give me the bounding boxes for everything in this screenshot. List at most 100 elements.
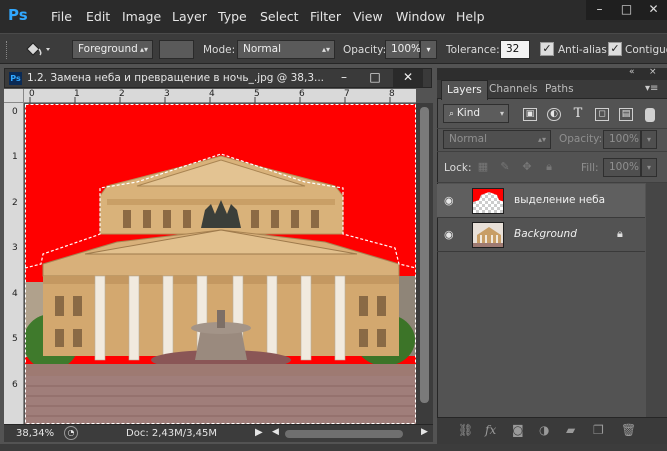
fx-icon[interactable]: fx bbox=[485, 423, 496, 437]
menu-help[interactable]: Help bbox=[456, 9, 485, 24]
ruler-tick-label: 1 bbox=[74, 89, 80, 99]
document-tab[interactable]: Ps 1.2. Замена неба и превращение в ночь… bbox=[4, 68, 432, 88]
menu-window[interactable]: Window bbox=[396, 9, 445, 24]
new-layer-icon[interactable]: ❐ bbox=[593, 423, 604, 437]
horizontal-ruler[interactable]: 0 1 2 3 4 5 6 7 8 bbox=[24, 89, 416, 103]
ruler-tick-label: 5 bbox=[254, 89, 260, 99]
restore-button[interactable]: □ bbox=[613, 0, 640, 20]
scrollbar-thumb[interactable] bbox=[420, 107, 429, 403]
ruler-tick-label: 3 bbox=[164, 89, 170, 99]
horizontal-scrollbar-thumb[interactable] bbox=[285, 430, 403, 438]
document-ps-icon: Ps bbox=[9, 72, 22, 85]
antialias-checkbox[interactable]: ✓ bbox=[540, 42, 554, 56]
fill-source-select[interactable]: Foreground ▴▾ bbox=[72, 40, 153, 59]
paint-bucket-icon[interactable] bbox=[23, 40, 53, 59]
doc-minimize-button[interactable]: – bbox=[329, 69, 359, 87]
collapse-arrows-icon[interactable]: « bbox=[629, 67, 635, 77]
ruler-tick-label: 4 bbox=[12, 289, 18, 299]
fill-input[interactable]: 100% bbox=[603, 158, 641, 177]
close-panel-icon[interactable]: × bbox=[649, 67, 657, 77]
tab-channels[interactable]: Channels bbox=[489, 83, 538, 95]
mode-select[interactable]: Normal ▴▾ bbox=[237, 40, 335, 59]
doc-close-button[interactable]: ✕ bbox=[393, 69, 423, 87]
scroll-left-icon[interactable]: ◀ bbox=[272, 427, 279, 437]
vertical-ruler[interactable]: 0 1 2 3 4 5 6 bbox=[4, 103, 24, 424]
layer-filter-row: ⌕ Kind ▾ ▣ ◐ T ◻ ▤ bbox=[437, 99, 667, 129]
filter-kind-value: Kind bbox=[456, 107, 481, 119]
menu-file[interactable]: File bbox=[51, 9, 72, 24]
photoshop-logo: Ps bbox=[8, 6, 28, 24]
updown-icon: ▴▾ bbox=[139, 45, 148, 54]
image-filter-icon[interactable]: ▣ bbox=[523, 108, 537, 121]
bottom-strip bbox=[0, 444, 667, 451]
ruler-tick-label: 8 bbox=[389, 89, 395, 99]
lock-row: Lock: ▦ ✎ ✥ 🔒︎ Fill: 100% ▾ bbox=[437, 152, 667, 183]
link-icon[interactable]: ⛓ bbox=[458, 423, 473, 437]
ruler-origin[interactable] bbox=[4, 89, 24, 103]
layer-row-sky-selection[interactable]: ◉ выделение неба bbox=[437, 184, 645, 218]
trash-icon[interactable]: 🗑︎ bbox=[621, 423, 636, 437]
menu-filter[interactable]: Filter bbox=[310, 9, 341, 24]
document-canvas[interactable] bbox=[25, 104, 416, 424]
menu-image[interactable]: Image bbox=[122, 9, 161, 24]
panel-tabs: Layers Channels Paths ▾≡ bbox=[437, 80, 667, 100]
options-bar-grip[interactable] bbox=[6, 41, 10, 59]
smart-object-filter-icon[interactable]: ▤ bbox=[619, 108, 633, 121]
doc-restore-button[interactable]: □ bbox=[360, 69, 390, 87]
visibility-eye-icon[interactable]: ◉ bbox=[444, 228, 460, 241]
lock-transparent-icon[interactable]: ▦ bbox=[477, 161, 489, 173]
opacity-dropdown-button[interactable]: ▾ bbox=[420, 40, 437, 59]
chevron-down-icon: ▾ bbox=[426, 45, 431, 54]
fill-dropdown[interactable]: ▾ bbox=[641, 158, 657, 177]
filter-toggle-switch[interactable] bbox=[645, 108, 655, 122]
mode-label: Mode: bbox=[203, 44, 236, 56]
menu-edit[interactable]: Edit bbox=[86, 9, 110, 24]
layer-opacity-input[interactable]: 100% bbox=[603, 130, 641, 149]
layer-opacity-dropdown[interactable]: ▾ bbox=[641, 130, 657, 149]
status-info-icon[interactable]: ◔ bbox=[64, 426, 78, 440]
lock-label: Lock: bbox=[444, 162, 472, 174]
opacity-input[interactable]: 100% bbox=[385, 40, 421, 59]
menu-select[interactable]: Select bbox=[260, 9, 299, 24]
contiguous-label: Contiguo bbox=[625, 44, 667, 56]
tab-paths[interactable]: Paths bbox=[545, 83, 574, 95]
chevron-down-icon: ▾ bbox=[499, 109, 504, 118]
menu-type[interactable]: Type bbox=[218, 9, 247, 24]
adjustment-icon[interactable]: ◑ bbox=[539, 423, 549, 437]
lock-all-icon[interactable]: 🔒︎ bbox=[543, 161, 555, 173]
menu-view[interactable]: View bbox=[353, 9, 383, 24]
panel-menu-icon[interactable]: ▾≡ bbox=[645, 83, 658, 94]
tolerance-input[interactable]: 32 bbox=[500, 40, 530, 59]
zoom-level[interactable]: 38,34% bbox=[16, 428, 54, 439]
visibility-eye-icon[interactable]: ◉ bbox=[444, 194, 460, 207]
layers-panel-scrollbar[interactable] bbox=[646, 183, 667, 417]
minimize-button[interactable]: – bbox=[586, 0, 613, 20]
scroll-right-icon[interactable]: ▶ bbox=[421, 427, 428, 437]
layer-thumbnail bbox=[472, 222, 504, 248]
search-icon: ⌕ bbox=[449, 109, 457, 119]
lock-move-icon[interactable]: ✥ bbox=[521, 161, 533, 173]
ruler-tick-label: 4 bbox=[209, 89, 215, 99]
ruler-tick-label: 2 bbox=[119, 89, 125, 99]
layer-row-background[interactable]: ◉ Background 🔒︎ bbox=[437, 218, 645, 252]
canvas-vertical-scrollbar[interactable] bbox=[416, 103, 433, 424]
fill-source-value: Foreground bbox=[78, 43, 138, 55]
adjustment-filter-icon[interactable]: ◐ bbox=[547, 108, 561, 121]
lock-brush-icon[interactable]: ✎ bbox=[499, 161, 511, 173]
tolerance-label: Tolerance: bbox=[446, 44, 500, 56]
tab-layers[interactable]: Layers bbox=[441, 80, 488, 100]
type-filter-icon[interactable]: T bbox=[571, 107, 585, 121]
filter-kind-select[interactable]: ⌕ Kind ▾ bbox=[443, 104, 509, 123]
mask-icon[interactable]: ◙ bbox=[512, 423, 524, 437]
layer-thumbnail bbox=[472, 188, 504, 214]
pattern-picker[interactable] bbox=[159, 40, 194, 59]
ruler-tick-label: 0 bbox=[12, 107, 18, 117]
group-folder-icon[interactable]: ▰ bbox=[566, 423, 575, 437]
contiguous-checkbox[interactable]: ✓ bbox=[608, 42, 622, 56]
menu-layer[interactable]: Layer bbox=[172, 9, 207, 24]
panel-collapse-bar[interactable]: « × bbox=[437, 67, 667, 80]
status-menu-arrow-icon[interactable]: ▶ bbox=[255, 427, 263, 438]
blend-mode-select[interactable]: Normal ▴▾ bbox=[443, 130, 551, 149]
close-button[interactable]: ✕ bbox=[640, 0, 667, 20]
shape-filter-icon[interactable]: ◻ bbox=[595, 108, 609, 121]
